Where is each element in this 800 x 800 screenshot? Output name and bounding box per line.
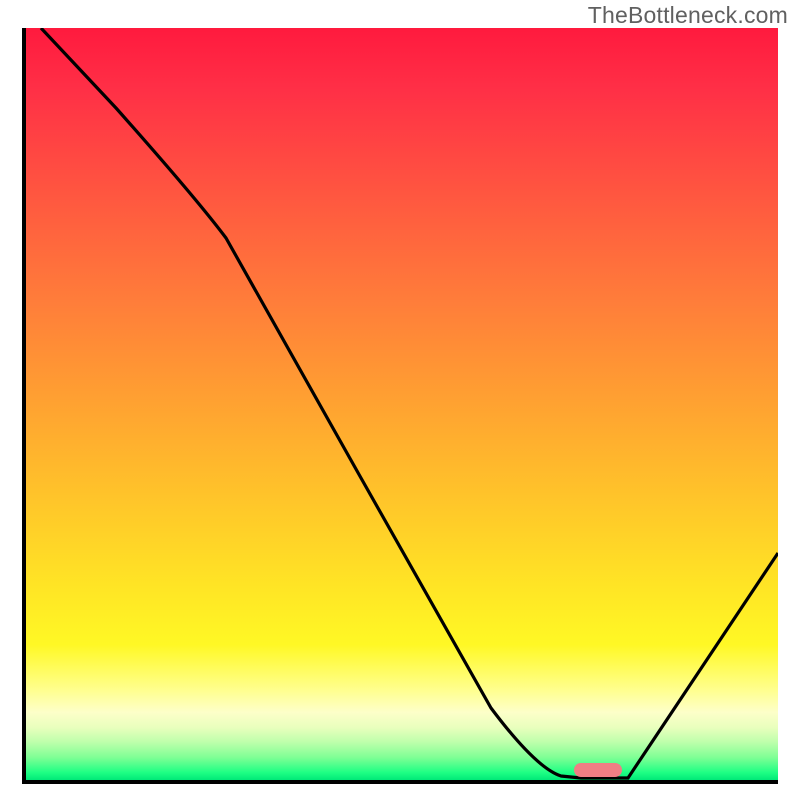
curve-path (41, 28, 778, 778)
minimum-marker (574, 763, 622, 777)
plot-area (22, 28, 778, 784)
watermark-text: TheBottleneck.com (588, 2, 788, 29)
bottleneck-curve (26, 28, 778, 780)
chart-container: TheBottleneck.com (0, 0, 800, 800)
